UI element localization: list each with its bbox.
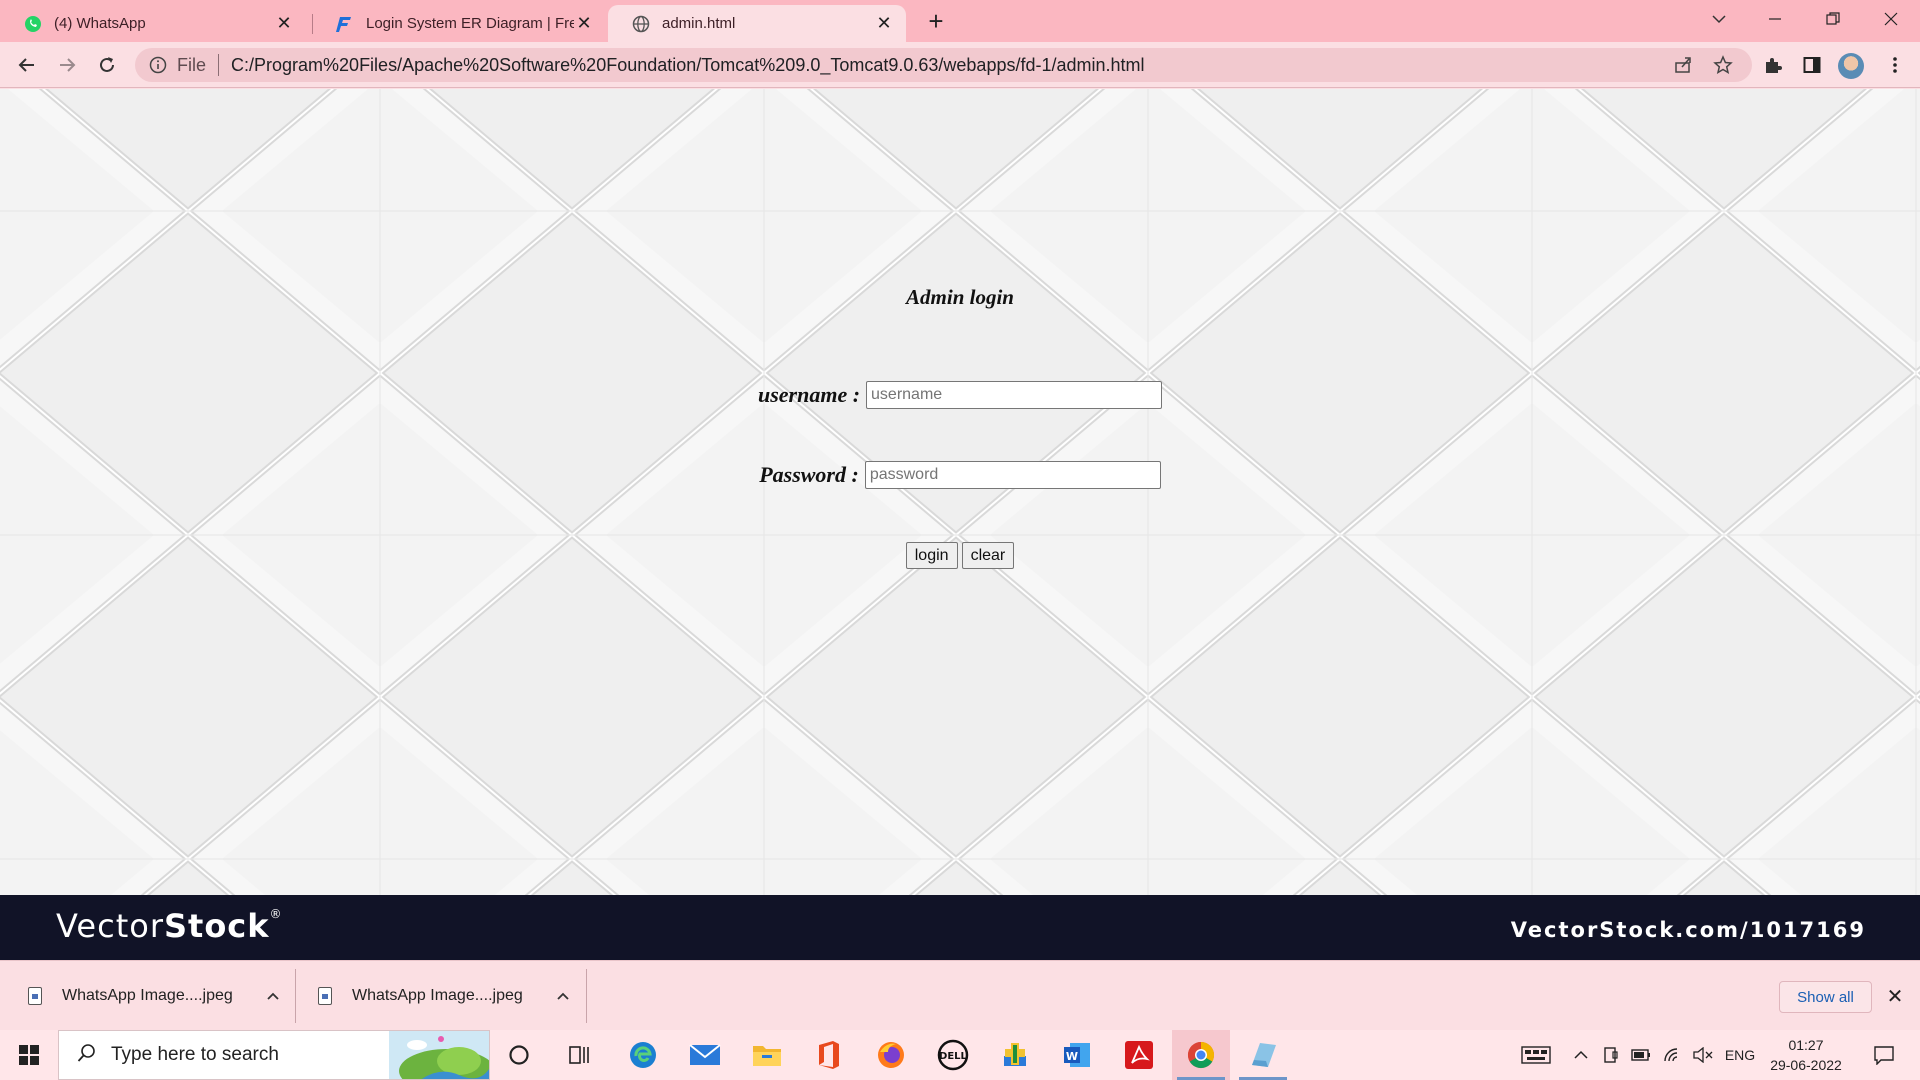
device-icon[interactable] (1598, 1030, 1624, 1080)
tab-strip: (4) WhatsApp ✕ Login System ER Diagram |… (0, 0, 1920, 42)
game-app-icon[interactable] (986, 1030, 1044, 1080)
battery-icon[interactable] (1628, 1030, 1654, 1080)
username-input[interactable] (866, 381, 1163, 409)
file-explorer-icon[interactable] (738, 1030, 796, 1080)
download-item[interactable]: WhatsApp Image....jpeg (318, 961, 573, 1031)
close-window-icon[interactable] (1868, 0, 1914, 38)
password-row: Password : (0, 461, 1920, 489)
url-text[interactable]: C:/Program%20Files/Apache%20Software%20F… (231, 55, 1145, 76)
chevron-up-icon[interactable] (263, 986, 283, 1006)
minimize-icon[interactable] (1752, 0, 1798, 38)
notifications-icon[interactable] (1864, 1030, 1904, 1080)
clock-date: 29-06-2022 (1770, 1057, 1842, 1073)
close-shelf-icon[interactable]: ✕ (1885, 986, 1905, 1008)
svg-text:W: W (1066, 1050, 1078, 1063)
reload-icon[interactable] (92, 50, 122, 80)
site-info-icon[interactable] (149, 56, 167, 74)
acrobat-icon[interactable] (1110, 1030, 1168, 1080)
download-filename: WhatsApp Image....jpeg (352, 987, 523, 1004)
restore-icon[interactable] (1810, 0, 1856, 38)
download-item[interactable]: WhatsApp Image....jpeg (28, 961, 283, 1031)
language-indicator[interactable]: ENG (1722, 1030, 1758, 1080)
show-hidden-icons-chevron-icon[interactable] (1568, 1030, 1594, 1080)
show-all-button[interactable]: Show all (1779, 981, 1872, 1013)
tab-title: Login System ER Diagram | FreeP (366, 15, 574, 32)
windows-taskbar: Type here to search DELL W ENG 01:27 29-… (0, 1030, 1920, 1080)
password-label: Password : (759, 462, 859, 487)
svg-text:DELL: DELL (939, 1051, 968, 1062)
speaker-muted-icon[interactable] (1690, 1030, 1716, 1080)
tab-title: (4) WhatsApp (54, 15, 146, 32)
diamond-background-pattern (0, 89, 1920, 895)
search-highlight-art (389, 1031, 489, 1079)
office-icon[interactable] (800, 1030, 858, 1080)
forward-arrow-icon[interactable] (52, 50, 82, 80)
chevron-up-icon[interactable] (553, 986, 573, 1006)
scheme-label: File (177, 54, 207, 75)
system-clock[interactable]: 01:27 29-06-2022 (1766, 1035, 1846, 1075)
logo-thin-text: Vector (56, 907, 164, 945)
tab-title: admin.html (662, 15, 736, 32)
login-button[interactable]: login (905, 542, 958, 569)
admin-login-heading: Admin login (906, 285, 1014, 309)
search-icon (77, 1043, 97, 1068)
page-viewport: Admin login username : Password : login … (0, 89, 1920, 895)
browser-toolbar: File C:/Program%20Files/Apache%20Softwar… (0, 42, 1920, 88)
username-label: username : (757, 382, 861, 407)
shelf-divider (295, 969, 296, 1023)
address-bar[interactable]: File C:/Program%20Files/Apache%20Softwar… (135, 48, 1752, 82)
new-tab-icon[interactable]: + (922, 6, 950, 36)
shelf-divider (586, 969, 587, 1023)
image-file-icon (28, 987, 42, 1005)
edge-icon[interactable] (614, 1030, 672, 1080)
vectorstock-url: VectorStock.com/1017169 (1510, 918, 1866, 942)
address-divider (218, 54, 220, 76)
tab-whatsapp[interactable]: (4) WhatsApp ✕ (0, 5, 306, 42)
dell-icon[interactable]: DELL (924, 1030, 982, 1080)
button-row: login clear (0, 542, 1920, 569)
downloads-shelf: WhatsApp Image....jpeg WhatsApp Image...… (0, 960, 1920, 1030)
notes-app-icon[interactable] (1234, 1030, 1292, 1080)
side-panel-icon[interactable] (1797, 50, 1827, 80)
search-placeholder: Type here to search (111, 1044, 279, 1065)
wifi-icon[interactable] (1660, 1030, 1686, 1080)
close-tab-icon[interactable]: ✕ (574, 13, 594, 34)
mail-icon[interactable] (676, 1030, 734, 1080)
firefox-icon[interactable] (862, 1030, 920, 1080)
chrome-icon[interactable] (1172, 1030, 1230, 1080)
word-icon[interactable]: W (1048, 1030, 1106, 1080)
clock-time: 01:27 (1788, 1037, 1824, 1053)
share-icon[interactable] (1668, 50, 1698, 80)
close-tab-icon[interactable]: ✕ (874, 13, 894, 34)
download-filename: WhatsApp Image....jpeg (62, 987, 233, 1004)
password-input[interactable] (864, 461, 1161, 489)
windows-start-icon[interactable] (0, 1030, 58, 1080)
taskbar-search-box[interactable]: Type here to search (58, 1030, 490, 1080)
menu-kebab-icon[interactable] (1880, 50, 1910, 80)
freeprojectz-icon (336, 15, 354, 33)
image-file-icon (318, 987, 332, 1005)
touch-keyboard-icon[interactable] (1518, 1030, 1554, 1080)
bookmark-star-icon[interactable] (1708, 50, 1738, 80)
logo-bold-text: Stock (163, 907, 270, 945)
tab-er-diagram[interactable]: Login System ER Diagram | FreeP ✕ (312, 5, 606, 42)
registered-mark: ® (269, 907, 283, 921)
tab-admin-html[interactable]: admin.html ✕ (608, 5, 906, 42)
vectorstock-logo: VectorStock® (56, 907, 283, 945)
close-tab-icon[interactable]: ✕ (274, 13, 294, 34)
whatsapp-icon (24, 15, 42, 33)
cortana-circle-icon[interactable] (490, 1030, 548, 1080)
profile-avatar[interactable] (1838, 53, 1864, 79)
username-row: username : (0, 381, 1920, 409)
clear-button[interactable]: clear (961, 542, 1015, 569)
task-view-icon[interactable] (550, 1030, 608, 1080)
globe-icon (632, 15, 650, 33)
back-arrow-icon[interactable] (12, 50, 42, 80)
extensions-puzzle-icon[interactable] (1758, 50, 1788, 80)
tab-search-chevron-icon[interactable] (1696, 0, 1742, 38)
